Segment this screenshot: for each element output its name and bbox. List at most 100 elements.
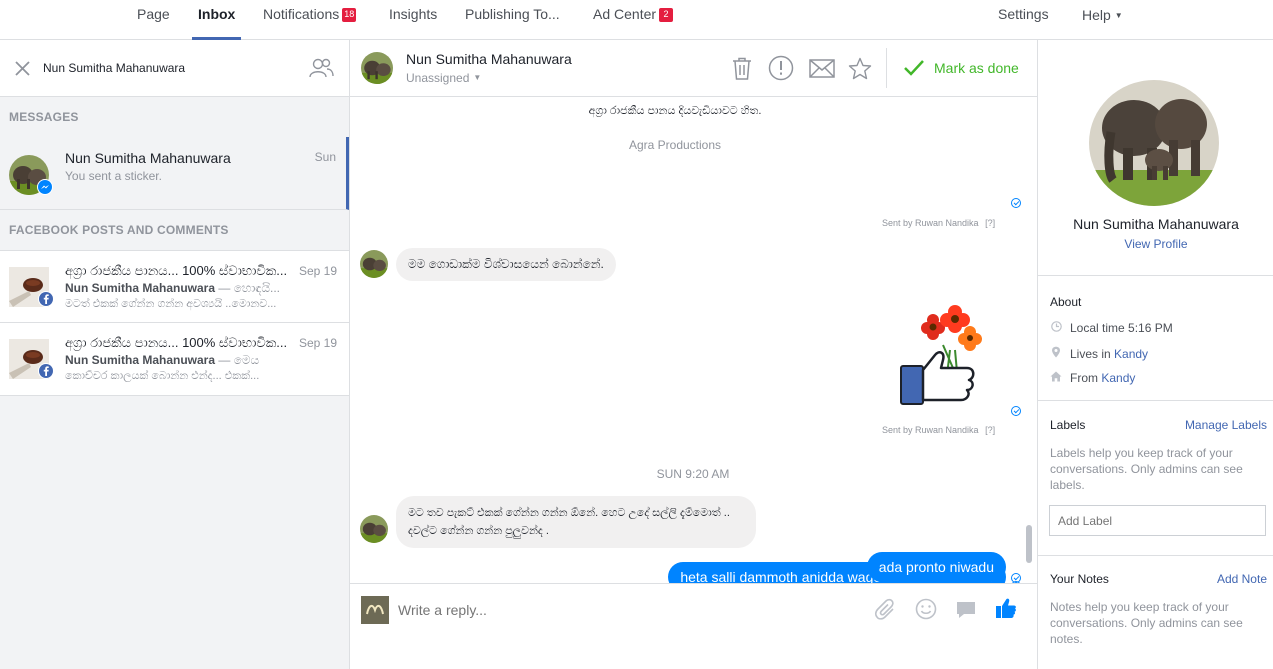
tab-publishing-tools[interactable]: Publishing To... [465, 0, 560, 40]
tab-publishing-label: Publishing To... [465, 6, 560, 22]
close-icon[interactable] [14, 60, 31, 77]
facebook-badge [38, 291, 54, 307]
chevron-down-icon: ▼ [473, 73, 482, 82]
facebook-badge [38, 363, 54, 379]
spam-icon[interactable] [768, 55, 794, 81]
customer-info-panel: Nun Sumitha Mahanuwara View Profile Abou… [1037, 40, 1273, 669]
search-input[interactable]: Nun Sumitha Mahanuwara [43, 61, 185, 75]
ad-center-badge: 2 [659, 8, 674, 22]
post-author-line: Nun Sumitha Mahanuwara — හොඳයි... [65, 281, 290, 296]
emoji-icon[interactable] [915, 598, 937, 620]
post-snippet: කොච්චර කාලයක් බොන්න එන්ද... එකක්... [65, 370, 260, 382]
notes-section: Your Notes Add Note Notes help you keep … [1038, 555, 1273, 669]
thumbs-up-icon[interactable] [995, 597, 1017, 619]
tab-ad-center[interactable]: Ad Center 2 [593, 0, 674, 40]
people-filter-icon[interactable] [308, 57, 334, 79]
profile-photo[interactable] [1089, 80, 1219, 206]
sent-by-info-icon[interactable]: [?] [985, 425, 995, 435]
star-icon[interactable] [848, 57, 872, 80]
add-note-link[interactable]: Add Note [1217, 572, 1267, 586]
tab-page-label: Page [137, 6, 170, 22]
message-thread: අග්‍රා රාජකීය පානය දියවැඩියාවට හිත. Agra… [350, 97, 1037, 584]
from-prefix: From [1070, 371, 1102, 385]
post-snippet: මටත් එකක් ගේන්න ගන්න අවශ්‍යයි ..මොනව... [65, 298, 277, 310]
manage-labels-link[interactable]: Manage Labels [1185, 418, 1267, 432]
thread-time: Sun [314, 150, 336, 164]
post-time: Sep 19 [298, 336, 337, 350]
post-thread-item[interactable]: අග්‍රා රාජකීය පානය... 100% ස්වාභාවික... … [0, 250, 349, 323]
tab-insights[interactable]: Insights [389, 0, 437, 40]
post-author-line: Nun Sumitha Mahanuwara — මෙය [65, 353, 290, 368]
local-time-text: Local time 5:16 PM [1070, 321, 1173, 335]
labels-section: Labels Manage Labels Labels help you kee… [1038, 400, 1273, 555]
facebook-icon [39, 364, 53, 378]
messenger-icon [38, 180, 52, 194]
settings-link[interactable]: Settings [998, 0, 1049, 40]
from-link[interactable]: Kandy [1101, 371, 1135, 385]
chevron-down-icon: ▼ [1114, 11, 1123, 20]
add-label-input[interactable] [1049, 505, 1266, 536]
reply-input[interactable] [398, 599, 838, 621]
search-bar: Nun Sumitha Mahanuwara [0, 40, 349, 97]
shared-post-source: Agra Productions [628, 138, 722, 152]
post-author-suffix: — හොඳයි... [215, 281, 281, 295]
seen-check-icon [1011, 198, 1021, 208]
tab-page[interactable]: Page [137, 0, 170, 40]
labels-title: Labels [1050, 418, 1086, 432]
from-row: From Kandy [1050, 371, 1135, 385]
trash-icon[interactable] [730, 56, 754, 81]
top-navigation: Page Inbox Notifications 18 Insights Publ… [0, 0, 1273, 40]
checkmark-icon [904, 60, 924, 76]
flower-thumbs-up-sticker [900, 305, 982, 405]
tab-insights-label: Insights [389, 6, 438, 22]
message-thread-item[interactable]: Nun Sumitha Mahanuwara You sent a sticke… [0, 137, 349, 210]
avatar [360, 250, 388, 278]
incoming-message: මම ගොඩාක්ම විශ්වාසයෙන් බොන්නේ. [396, 248, 616, 281]
conversation-panel: Nun Sumitha Mahanuwara Unassigned ▼ Mark … [350, 40, 1037, 669]
mark-as-done-label: Mark as done [934, 60, 1019, 76]
seen-check-icon [1011, 573, 1021, 583]
lives-in-row: Lives in Kandy [1050, 346, 1148, 361]
scrollbar-thumb[interactable] [1026, 525, 1032, 563]
saved-replies-icon[interactable] [956, 600, 976, 620]
shared-post-text: අග්‍රා රාජකීය පානය දියවැඩියාවට හිත. [588, 105, 762, 117]
tab-ad-center-label: Ad Center [593, 6, 657, 22]
local-time-row: Local time 5:16 PM [1050, 321, 1173, 335]
message-timestamp: SUN 9:20 AM [656, 467, 730, 481]
avatar[interactable] [361, 52, 393, 84]
view-profile-link[interactable]: View Profile [1038, 237, 1273, 251]
notes-title: Your Notes [1050, 572, 1109, 586]
sent-by-label: Sent by Ruwan Nandika [?] [882, 425, 995, 435]
seen-check-icon [1011, 406, 1021, 416]
posts-section-header: FACEBOOK POSTS AND COMMENTS [9, 223, 229, 237]
help-label: Help [1082, 7, 1111, 23]
tab-notifications-label: Notifications [263, 6, 340, 22]
lives-in-prefix: Lives in [1070, 347, 1115, 361]
conversation-name[interactable]: Nun Sumitha Mahanuwara [406, 51, 572, 67]
notes-help-text: Notes help you keep track of your conver… [1050, 600, 1243, 646]
tab-notifications[interactable]: Notifications 18 [263, 0, 357, 40]
sent-by-label: Sent by Ruwan Nandika [?] [882, 218, 995, 228]
mail-icon[interactable] [809, 59, 835, 78]
sent-by-text: Sent by Ruwan Nandika [882, 218, 979, 228]
post-author-suffix: — මෙය [215, 353, 260, 367]
lives-in-link[interactable]: Kandy [1114, 347, 1148, 361]
outgoing-message: ada pronto niwadu [866, 552, 1006, 582]
post-author: Nun Sumitha Mahanuwara [65, 281, 216, 295]
post-author: Nun Sumitha Mahanuwara [65, 353, 216, 367]
help-menu[interactable]: Help ▼ [1082, 0, 1123, 40]
tab-inbox[interactable]: Inbox [192, 0, 242, 40]
profile-name: Nun Sumitha Mahanuwara [1073, 216, 1239, 232]
conversation-header: Nun Sumitha Mahanuwara Unassigned ▼ Mark … [350, 40, 1037, 97]
incoming-message: මට තව පැකට් එකක් ගේන්න ගන්න ඕනේ. හෙට උදේ… [396, 496, 756, 548]
about-title: About [1050, 295, 1082, 309]
post-thread-item[interactable]: අග්‍රා රාජකීය පානය... 100% ස්වාභාවික... … [0, 323, 349, 396]
clock-icon [1050, 321, 1062, 335]
notifications-badge: 18 [342, 8, 357, 22]
sent-by-info-icon[interactable]: [?] [985, 218, 995, 228]
conversation-list-panel: Nun Sumitha Mahanuwara MESSAGES Nun Sumi… [0, 40, 350, 669]
about-section: About Local time 5:16 PM Lives in Kandy … [1038, 275, 1273, 400]
post-title: අග්‍රා රාජකීය පානය... 100% ස්වාභාවික... [65, 263, 288, 278]
attachment-icon[interactable] [874, 598, 898, 622]
assignment-dropdown[interactable]: Unassigned ▼ [406, 71, 481, 85]
